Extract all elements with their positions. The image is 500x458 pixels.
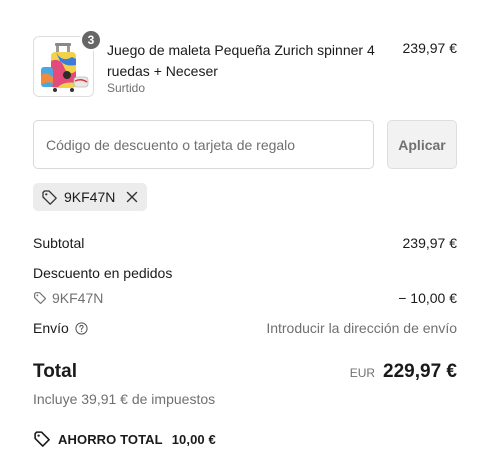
subtotal-label: Subtotal bbox=[33, 235, 85, 251]
total-value: EUR 229,97 € bbox=[350, 361, 457, 383]
product-price: 239,97 € bbox=[402, 40, 458, 56]
order-discount-label: Descuento en pedidos bbox=[33, 265, 173, 281]
quantity-badge: 3 bbox=[80, 29, 102, 51]
savings-amount: 10,00 € bbox=[171, 431, 216, 447]
applied-discount-code: 9KF47N bbox=[64, 189, 116, 205]
subtotal-value: 239,97 € bbox=[402, 235, 458, 251]
product-variant: Surtido bbox=[107, 81, 146, 95]
subtotal-row: Subtotal 239,97 € bbox=[33, 235, 457, 251]
product-thumbnail: 3 bbox=[33, 29, 102, 97]
discount-code-input[interactable] bbox=[33, 120, 374, 169]
tag-icon bbox=[33, 291, 47, 305]
apply-discount-button[interactable]: Aplicar bbox=[387, 120, 457, 169]
tag-icon bbox=[41, 189, 58, 206]
product-title: Juego de maleta Pequeña Zurich spinner 4… bbox=[107, 42, 375, 79]
tag-icon bbox=[33, 430, 51, 448]
savings-label: AHORRO TOTAL bbox=[58, 431, 163, 447]
cart-line-item: 3 Juego de maleta Pequeña Zurich spinner… bbox=[33, 29, 458, 98]
shipping-label: Envío bbox=[33, 320, 69, 336]
order-discount-code: 9KF47N bbox=[52, 290, 104, 306]
order-discount-code-row: 9KF47N − 10,00 € bbox=[33, 290, 457, 306]
order-discount-value: − 10,00 € bbox=[398, 290, 457, 306]
close-icon[interactable] bbox=[125, 190, 139, 204]
applied-discount-chip: 9KF47N bbox=[33, 183, 148, 211]
order-discount-row: Descuento en pedidos bbox=[33, 265, 457, 281]
total-currency: EUR bbox=[349, 366, 376, 380]
shipping-value: Introducir la dirección de envío bbox=[266, 320, 457, 336]
total-amount: 229,97 € bbox=[383, 361, 457, 382]
tax-note: Incluye 39,91 € de impuestos bbox=[33, 391, 216, 407]
help-icon[interactable] bbox=[75, 321, 88, 335]
total-label: Total bbox=[33, 361, 77, 382]
shipping-row: Envío Introducir la dirección de envío bbox=[33, 320, 457, 336]
total-savings: AHORRO TOTAL 10,00 € bbox=[33, 430, 216, 448]
